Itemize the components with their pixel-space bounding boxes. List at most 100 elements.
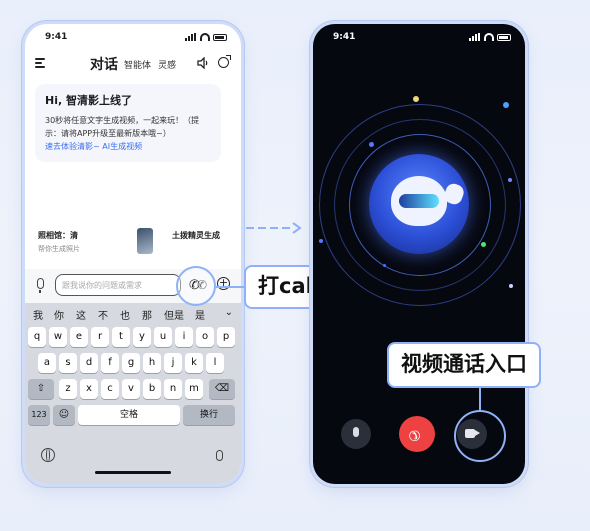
chevron-down-icon[interactable]: ⌄ (225, 307, 233, 318)
status-bar: 9:41 (25, 32, 241, 44)
key[interactable]: j (164, 353, 182, 373)
chat-input[interactable]: 跟我说你的问题或需求 (55, 274, 181, 296)
microphone-icon (353, 427, 359, 437)
card-title: 土拨精灵生成 (172, 231, 220, 240)
video-entry-highlight[interactable] (454, 410, 506, 462)
key[interactable]: i (175, 327, 193, 347)
status-icons (185, 33, 227, 41)
phone-hangup-icon: ✆ (404, 425, 424, 445)
voice-input-icon[interactable] (37, 278, 44, 293)
new-chat-icon[interactable] (218, 55, 231, 68)
speaker-icon[interactable] (197, 57, 209, 69)
key[interactable]: a (38, 353, 56, 373)
key[interactable]: d (80, 353, 98, 373)
key[interactable]: m (185, 379, 203, 399)
phone-icon: ✆ (189, 278, 200, 293)
greeting-title: Hi, 智清影上线了 (45, 94, 132, 107)
greeting-link[interactable]: 速去体验清影~ AI生成视频 (45, 141, 211, 152)
key[interactable]: z (59, 379, 77, 399)
ai-avatar (369, 154, 469, 254)
mascot-visor (399, 194, 439, 208)
candidate[interactable]: 这 (76, 307, 86, 322)
suggestion-cards: 照相馆：清 帮你生成照片 土拨精灵生成 (33, 224, 241, 264)
key[interactable]: e (70, 327, 88, 347)
plus-icon[interactable]: + (217, 277, 230, 290)
star-dot (413, 96, 419, 102)
battery-icon (213, 33, 227, 41)
tab-chat[interactable]: 对话 (90, 54, 118, 74)
key[interactable]: o (196, 327, 214, 347)
key[interactable]: x (80, 379, 98, 399)
backspace-key[interactable]: ⌫ (209, 379, 235, 399)
key[interactable]: v (122, 379, 140, 399)
candidate[interactable]: 也 (120, 307, 130, 322)
hang-up-button[interactable]: ✆ (399, 416, 435, 452)
signal-icon (469, 33, 481, 41)
signal-icon (185, 33, 197, 41)
video-entry-label: 视频通话入口 (387, 342, 541, 388)
numbers-key[interactable]: 123 (28, 405, 50, 425)
key[interactable]: c (101, 379, 119, 399)
flow-arrow-icon (246, 222, 306, 234)
mute-button[interactable] (341, 419, 371, 449)
key[interactable]: s (59, 353, 77, 373)
microphone-icon[interactable] (216, 450, 223, 461)
star-dot (503, 102, 509, 108)
menu-icon[interactable] (35, 58, 45, 68)
key[interactable]: l (206, 353, 224, 373)
suggestion-card[interactable]: 照相馆：清 帮你生成照片 (33, 224, 163, 262)
input-placeholder: 跟我说你的问题或需求 (62, 281, 142, 290)
globe-icon[interactable] (41, 448, 55, 462)
key[interactable]: r (91, 327, 109, 347)
chat-phone-screen: 9:41 对话 智能体 灵感 Hi, 智清影上线了 30秒将任意文字生成视频，一… (25, 24, 241, 484)
star-dot (319, 239, 323, 243)
card-thumbnail (137, 228, 153, 254)
key[interactable]: g (122, 353, 140, 373)
star-dot (508, 178, 512, 182)
callout-connector (479, 388, 481, 410)
candidate[interactable]: 是 (195, 307, 205, 322)
wifi-icon (200, 33, 210, 41)
wifi-icon (484, 33, 494, 41)
emoji-key[interactable]: ☺ (53, 405, 75, 425)
callout-connector (216, 286, 244, 288)
candidate[interactable]: 但是 (164, 307, 184, 322)
keyboard: 我 你 这 不 也 那 但是 是 ⌄ q w e r t y u i o p a… (25, 303, 241, 484)
shift-key[interactable]: ⇧ (28, 379, 54, 399)
tab-agents[interactable]: 智能体 (124, 58, 151, 71)
star-dot (509, 284, 513, 288)
key[interactable]: f (101, 353, 119, 373)
status-time: 9:41 (45, 32, 68, 42)
key[interactable]: n (164, 379, 182, 399)
card-subtitle: 帮你生成照片 (38, 245, 80, 253)
call-entry-highlight[interactable]: ✆ (176, 266, 216, 306)
key[interactable]: k (185, 353, 203, 373)
home-indicator (95, 471, 171, 474)
key[interactable]: q (28, 327, 46, 347)
candidate[interactable]: 那 (142, 307, 152, 322)
key[interactable]: h (143, 353, 161, 373)
greeting-body: 30秒将任意文字生成视频，一起来玩！（提示：请将APP升级至最新版本哦~） (45, 116, 200, 138)
key[interactable]: t (112, 327, 130, 347)
star-dot (369, 142, 374, 147)
key[interactable]: u (154, 327, 172, 347)
candidate[interactable]: 我 (33, 307, 43, 322)
tab-inspiration[interactable]: 灵感 (158, 58, 176, 71)
status-icons (469, 33, 511, 41)
return-key[interactable]: 换行 (183, 405, 235, 425)
candidate[interactable]: 你 (54, 307, 64, 322)
greeting-card: Hi, 智清影上线了 30秒将任意文字生成视频，一起来玩！（提示：请将APP升级… (35, 84, 221, 162)
candidate[interactable]: 不 (98, 307, 108, 322)
star-dot (383, 264, 386, 267)
top-nav: 对话 智能体 灵感 (25, 52, 241, 76)
key[interactable]: p (217, 327, 235, 347)
space-key[interactable]: 空格 (78, 405, 180, 425)
candidate-bar: 我 你 这 不 也 那 但是 是 ⌄ (25, 303, 241, 323)
battery-icon (497, 33, 511, 41)
suggestion-card[interactable]: 土拨精灵生成 (167, 224, 241, 262)
key[interactable]: w (49, 327, 67, 347)
key[interactable]: b (143, 379, 161, 399)
key[interactable]: y (133, 327, 151, 347)
card-title: 照相馆：清 (38, 231, 78, 240)
status-bar: 9:41 (313, 32, 525, 44)
